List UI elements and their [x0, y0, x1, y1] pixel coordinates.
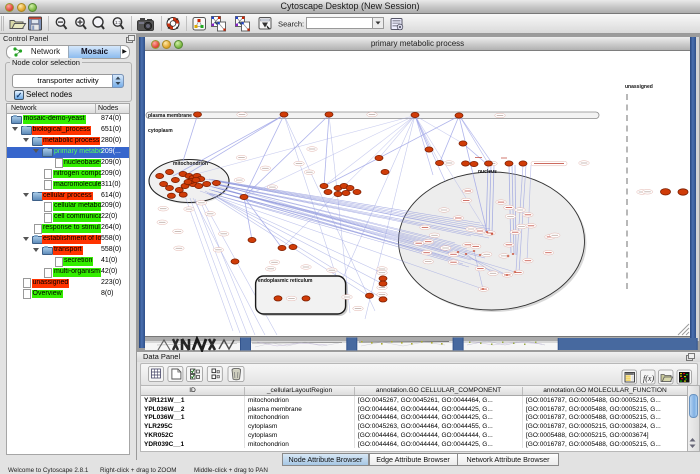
svg-text:mitochondrion: mitochondrion [173, 161, 208, 167]
svg-text:Search:: Search: [278, 20, 304, 29]
svg-text:plasma membrane: plasma membrane [148, 113, 192, 119]
svg-text:nucleus: nucleus [478, 169, 497, 175]
svg-text:cytoplasm: cytoplasm [148, 128, 173, 134]
svg-text:f(x): f(x) [643, 374, 654, 383]
svg-text:endoplasmic reticulum: endoplasmic reticulum [258, 278, 313, 284]
svg-text:1:1: 1:1 [115, 20, 122, 25]
svg-text:unassigned: unassigned [625, 84, 653, 90]
